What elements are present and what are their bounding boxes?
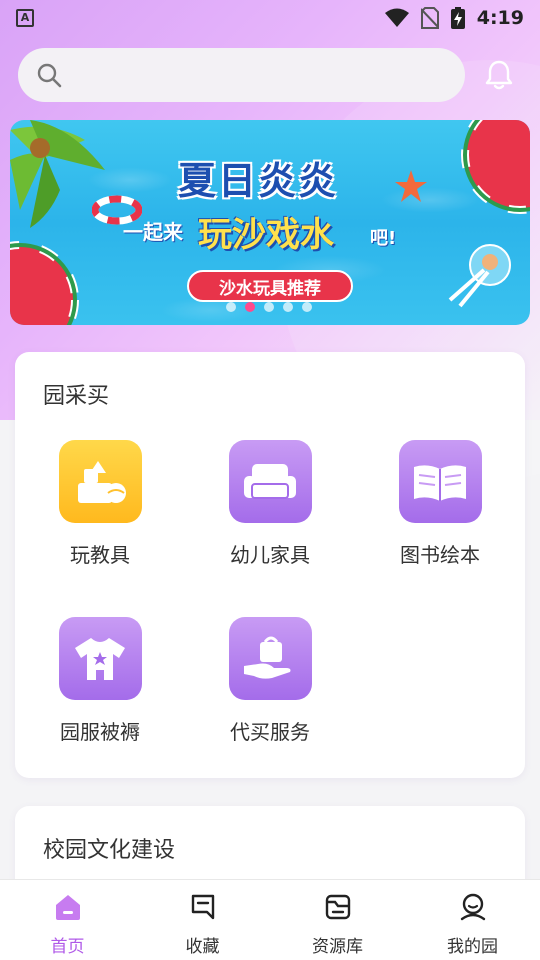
app-notification-icon: A <box>16 9 34 27</box>
tab-label: 收藏 <box>185 937 220 957</box>
home-icon <box>55 895 80 920</box>
search-box[interactable] <box>18 48 465 102</box>
category-books[interactable]: 图书绘本 <box>355 440 525 568</box>
tab-home[interactable]: 首页 <box>0 880 135 960</box>
purchase-section: 园采买 玩教具 幼儿家具 图书绘本 园服被褥 代买服务 <box>15 352 525 778</box>
section-title: 校园文化建设 <box>43 838 176 863</box>
promo-banner[interactable]: 夏日炎炎 一起来 玩沙戏水 吧! 沙水玩具推荐 <box>10 120 530 325</box>
category-toys[interactable]: 玩教具 <box>15 440 185 568</box>
battery-charging-icon <box>450 7 465 29</box>
category-label: 园服被褥 <box>60 720 140 744</box>
shopping-bag-hand-icon <box>228 617 312 700</box>
profile-icon <box>460 893 485 921</box>
open-book-icon <box>398 440 482 523</box>
carousel-indicator <box>226 302 312 312</box>
carousel-dot[interactable] <box>226 302 236 312</box>
carousel-dot[interactable] <box>302 302 312 312</box>
no-sim-icon <box>420 7 439 29</box>
category-proxy-purchase[interactable]: 代买服务 <box>185 617 355 745</box>
tab-label: 资源库 <box>312 937 363 957</box>
tab-label: 首页 <box>50 937 85 957</box>
category-label: 幼儿家具 <box>230 543 310 567</box>
favorites-icon <box>191 894 214 920</box>
carousel-dot-active[interactable] <box>245 302 255 312</box>
search-row <box>18 48 522 102</box>
tab-favorites[interactable]: 收藏 <box>135 880 270 960</box>
tab-label: 我的园 <box>447 937 498 957</box>
search-icon <box>37 63 62 88</box>
notification-bell-icon[interactable] <box>482 58 516 92</box>
banner-suffix: 吧! <box>370 228 397 249</box>
wifi-icon <box>384 8 409 27</box>
sofa-icon <box>228 440 312 523</box>
section-title: 园采买 <box>43 384 110 409</box>
toy-blocks-icon <box>58 440 142 523</box>
banner-prefix: 一起来 <box>123 220 183 244</box>
carousel-dot[interactable] <box>264 302 274 312</box>
baby-clothes-icon <box>58 617 142 700</box>
category-uniforms[interactable]: 园服被褥 <box>15 617 185 745</box>
category-label: 图书绘本 <box>400 543 480 567</box>
banner-headline: 玩沙戏水 <box>198 215 334 255</box>
banner-cta-button[interactable]: 沙水玩具推荐 <box>187 270 353 302</box>
status-bar: A 4:19 <box>0 0 540 36</box>
banner-heading: 夏日炎炎 <box>178 159 339 203</box>
category-label: 玩教具 <box>70 543 130 567</box>
tab-resources[interactable]: 资源库 <box>270 880 405 960</box>
category-label: 代买服务 <box>230 720 310 744</box>
bottom-tab-bar: 首页 收藏 资源库 我的园 <box>0 879 540 960</box>
clock: 4:19 <box>476 7 524 29</box>
tab-my-kindergarten[interactable]: 我的园 <box>405 880 540 960</box>
carousel-dot[interactable] <box>283 302 293 312</box>
search-input[interactable] <box>72 48 465 102</box>
category-furniture[interactable]: 幼儿家具 <box>185 440 355 568</box>
folder-icon <box>325 894 350 920</box>
